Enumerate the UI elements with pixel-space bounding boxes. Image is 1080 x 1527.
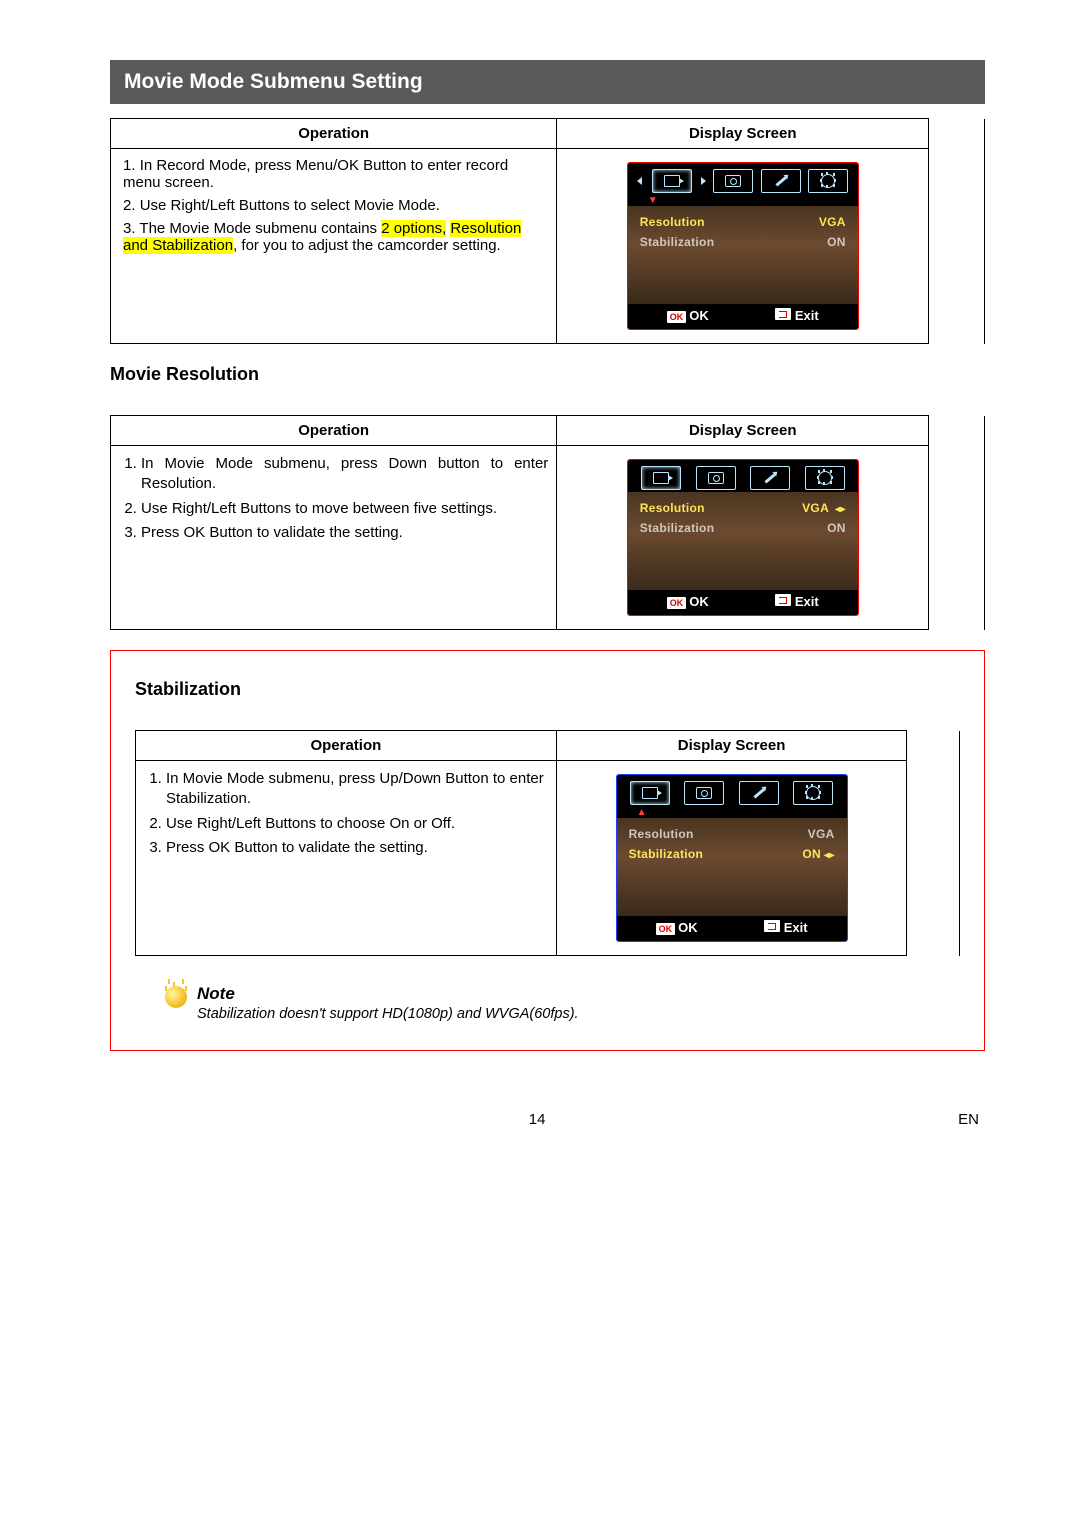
- page-footer: 14 EN: [110, 1111, 985, 1128]
- display-cell: Resolution VGA ◂▸ Stabilization ON OKOK …: [557, 446, 929, 630]
- lang-label: EN: [958, 1111, 979, 1128]
- lr-arrows-icon: ◂▸: [821, 850, 835, 861]
- operation-cell: 1. In Record Mode, press Menu/OK Button …: [111, 149, 557, 344]
- step: Press OK Button to validate the setting.: [166, 838, 548, 858]
- lightbulb-icon: [165, 986, 187, 1008]
- display-cell: ▲ Resolution VGA Stabilization ON◂▸: [556, 761, 907, 956]
- left-arrow-icon: [637, 177, 642, 185]
- step: Use Right/Left Buttons to choose On or O…: [166, 814, 548, 834]
- gutter: [929, 416, 985, 446]
- operation-cell: In Movie Mode submenu, press Down button…: [111, 446, 557, 630]
- step: Use Right/Left Buttons to move between f…: [141, 499, 548, 519]
- display-cell: ▼ Resolution VGA Stabilization ON: [557, 149, 929, 344]
- page-number: 14: [529, 1111, 546, 1128]
- lcd-row: Resolution VGA: [627, 824, 837, 844]
- pen-tab-icon: [750, 466, 790, 490]
- lcd-screenshot: Resolution VGA ◂▸ Stabilization ON OKOK …: [628, 460, 858, 615]
- heading-stabilization: Stabilization: [135, 679, 960, 700]
- exit-icon: [764, 920, 780, 932]
- exit-icon: [775, 308, 791, 320]
- table-movie-mode: Operation Display Screen 1. In Record Mo…: [110, 118, 985, 344]
- lcd-row: Resolution VGA: [638, 212, 848, 232]
- stabilization-outline: Stabilization Operation Display Screen I…: [110, 650, 985, 1051]
- video-tab-icon: [652, 169, 692, 193]
- col-operation: Operation: [111, 119, 557, 149]
- settings-tab-icon: [805, 466, 845, 490]
- lcd-exit: Exit: [764, 920, 808, 935]
- exit-icon: [775, 594, 791, 606]
- gutter: [907, 761, 960, 956]
- step: Press OK Button to validate the setting.: [141, 523, 548, 543]
- photo-tab-icon: [696, 466, 736, 490]
- table-resolution: Operation Display Screen In Movie Mode s…: [110, 415, 985, 630]
- right-arrow-icon: [701, 177, 706, 185]
- page: Movie Mode Submenu Setting Operation Dis…: [0, 0, 1080, 1178]
- lcd-ok: OKOK: [667, 594, 709, 609]
- lr-arrows-icon: ◂▸: [829, 504, 846, 515]
- lcd-row: Resolution VGA ◂▸: [638, 498, 848, 518]
- col-display: Display Screen: [557, 119, 929, 149]
- lcd-ok: OKOK: [667, 308, 709, 323]
- photo-tab-icon: [713, 169, 753, 193]
- gutter: [929, 446, 985, 630]
- lcd-row: Stabilization ON: [638, 518, 848, 538]
- down-indicator-icon: ▼: [628, 195, 858, 206]
- lcd-row: Stabilization ON: [638, 232, 848, 252]
- gutter: [929, 119, 985, 149]
- col-operation: Operation: [111, 416, 557, 446]
- video-tab-icon: [630, 781, 670, 805]
- heading-movie-resolution: Movie Resolution: [110, 364, 985, 385]
- col-operation: Operation: [136, 731, 557, 761]
- note-title: Note: [197, 984, 579, 1004]
- lcd-exit: Exit: [775, 594, 819, 609]
- photo-tab-icon: [684, 781, 724, 805]
- table-stabilization: Operation Display Screen In Movie Mode s…: [135, 730, 960, 956]
- pen-tab-icon: [739, 781, 779, 805]
- settings-tab-icon: [793, 781, 833, 805]
- step: In Movie Mode submenu, press Down button…: [141, 454, 548, 495]
- step: 3. The Movie Mode submenu contains 2 opt…: [123, 220, 544, 254]
- page-title: Movie Mode Submenu Setting: [110, 60, 985, 104]
- note-block: Note Stabilization doesn't support HD(10…: [135, 984, 960, 1022]
- note-text: Stabilization doesn't support HD(1080p) …: [197, 1006, 579, 1022]
- lcd-screenshot: ▲ Resolution VGA Stabilization ON◂▸: [617, 775, 847, 941]
- settings-tab-icon: [808, 169, 848, 193]
- col-display: Display Screen: [557, 416, 929, 446]
- step: In Movie Mode submenu, press Up/Down But…: [166, 769, 548, 810]
- pen-tab-icon: [761, 169, 801, 193]
- step: 2. Use Right/Left Buttons to select Movi…: [123, 197, 544, 214]
- video-tab-icon: [641, 466, 681, 490]
- up-indicator-icon: ▲: [617, 807, 847, 818]
- operation-cell: In Movie Mode submenu, press Up/Down But…: [136, 761, 557, 956]
- step: 1. In Record Mode, press Menu/OK Button …: [123, 157, 544, 191]
- gutter: [929, 149, 985, 344]
- gutter: [907, 731, 960, 761]
- col-display: Display Screen: [556, 731, 907, 761]
- lcd-exit: Exit: [775, 308, 819, 323]
- lcd-screenshot: ▼ Resolution VGA Stabilization ON: [628, 163, 858, 329]
- lcd-ok: OKOK: [656, 920, 698, 935]
- lcd-row: Stabilization ON◂▸: [627, 844, 837, 864]
